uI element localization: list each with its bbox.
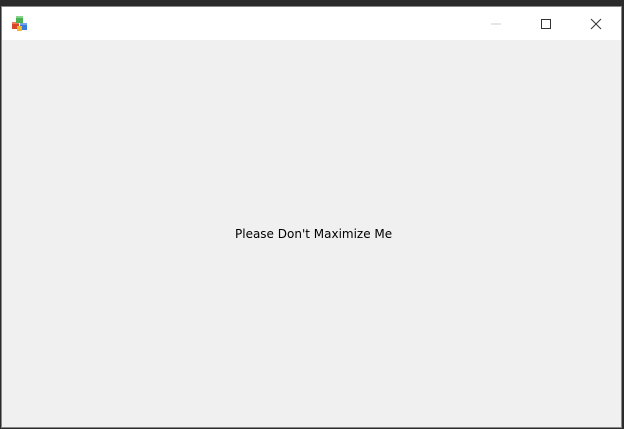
app-window: Please Don't Maximize Me	[1, 6, 622, 428]
message-label: Please Don't Maximize Me	[235, 227, 393, 241]
app-cubes-icon	[12, 16, 27, 31]
maximize-icon	[541, 18, 551, 29]
close-icon	[590, 18, 602, 29]
desktop: Please Don't Maximize Me	[0, 0, 624, 429]
title-bar[interactable]	[2, 7, 621, 40]
minimize-button[interactable]	[473, 7, 519, 40]
client-area: Please Don't Maximize Me	[2, 40, 621, 427]
minimize-icon	[491, 23, 501, 24]
close-button[interactable]	[573, 7, 619, 40]
maximize-button[interactable]	[523, 7, 569, 40]
